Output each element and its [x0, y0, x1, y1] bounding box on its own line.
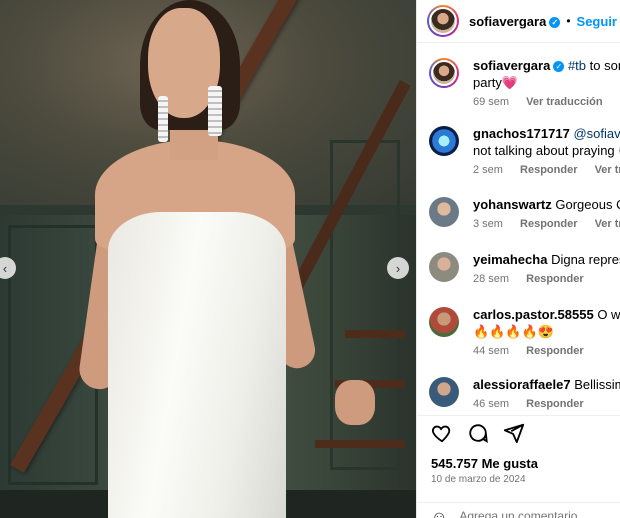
post-side-panel: sofiavergara ✓ • Seguir sofiavergara ✓ #tb…: [416, 0, 620, 518]
caption-text-line2: party: [473, 75, 502, 90]
author-username-link[interactable]: sofiavergara ✓: [469, 14, 561, 29]
reply-button[interactable]: Responder: [526, 345, 583, 357]
comment-item: alessioraffaele7 Bellissima do 46 sem Re…: [429, 376, 620, 410]
chevron-right-icon: ›: [395, 260, 401, 276]
post-date[interactable]: 10 de marzo de 2024: [431, 474, 526, 485]
caption: sofiavergara✓ #tb to some c party💗 69 se…: [429, 57, 620, 108]
comment-text: O woo se: [597, 307, 620, 322]
author-avatar[interactable]: [429, 58, 459, 88]
comment-text: Bellissima do: [574, 377, 620, 392]
post-photo[interactable]: ‹ ›: [0, 0, 416, 518]
reply-button[interactable]: Responder: [520, 218, 577, 230]
carousel-next-button[interactable]: ›: [387, 257, 409, 279]
comment-avatar[interactable]: [429, 126, 459, 156]
comment-text: not talking about praying 👀: [473, 143, 620, 158]
header-separator: •: [566, 14, 571, 28]
comment-icon[interactable]: [467, 422, 489, 444]
caption-text: to some c: [589, 58, 620, 73]
add-comment-bar: ☺: [417, 502, 620, 518]
comment-username[interactable]: yohanswartz: [473, 197, 552, 212]
comment-time[interactable]: 28 sem: [473, 273, 509, 285]
emoji-icon[interactable]: ☺: [431, 509, 447, 518]
photo-stair-step: [345, 330, 405, 338]
reply-button[interactable]: Responder: [520, 164, 577, 176]
comment-item: yeimahecha Digna represent 28 sem Respon…: [429, 251, 620, 285]
post-header: sofiavergara ✓ • Seguir: [417, 0, 620, 43]
caption-hashtag[interactable]: #tb: [568, 58, 586, 73]
comment-avatar[interactable]: [429, 197, 459, 227]
see-translation-button[interactable]: Ver traducción: [526, 96, 602, 108]
comment-avatar[interactable]: [429, 377, 459, 407]
comment-text: Digna represent: [551, 252, 620, 267]
comment-time[interactable]: 46 sem: [473, 398, 509, 410]
comment-text-line2: 🔥🔥🔥🔥😍: [473, 324, 554, 339]
comment-avatar[interactable]: [429, 307, 459, 337]
share-icon[interactable]: [503, 422, 525, 444]
photo-stair-step: [315, 440, 405, 448]
comment-text: Gorgeous Quee: [555, 197, 620, 212]
caption-time[interactable]: 69 sem: [473, 96, 509, 108]
comment-avatar[interactable]: [429, 252, 459, 282]
photo-earring: [158, 96, 168, 142]
caption-username[interactable]: sofiavergara: [473, 58, 550, 73]
heart-emoji: 💗: [501, 75, 519, 90]
comment-username[interactable]: carlos.pastor.58555: [473, 307, 594, 322]
comment-item: yohanswartz Gorgeous Quee 3 sem Responde…: [429, 196, 620, 230]
photo-white-gown: [108, 212, 286, 518]
comment-time[interactable]: 3 sem: [473, 218, 503, 230]
comment-username[interactable]: gnachos171717: [473, 126, 570, 141]
comment-item: gnachos171717 @sofiavergara not talking …: [429, 125, 620, 176]
verified-badge-icon: ✓: [553, 61, 565, 72]
comment-item: carlos.pastor.58555 O woo se 🔥🔥🔥🔥😍 44 se…: [429, 306, 620, 357]
comment-time[interactable]: 44 sem: [473, 345, 509, 357]
photo-earring: [208, 86, 222, 136]
see-translation-button[interactable]: Ver traducció: [595, 218, 620, 230]
comment-username[interactable]: alessioraffaele7: [473, 377, 571, 392]
comment-time[interactable]: 2 sem: [473, 164, 503, 176]
verified-badge-icon: ✓: [549, 16, 561, 28]
reply-button[interactable]: Responder: [526, 273, 583, 285]
comments-list[interactable]: sofiavergara✓ #tb to some c party💗 69 se…: [417, 43, 620, 415]
action-icons: [431, 422, 525, 444]
chevron-left-icon: ‹: [2, 260, 8, 276]
photo-figure-hand: [335, 380, 375, 425]
author-avatar[interactable]: [427, 5, 459, 37]
heart-icon[interactable]: [431, 422, 453, 444]
comment-input[interactable]: [459, 509, 610, 518]
see-translation-button[interactable]: Ver traducci: [595, 164, 620, 176]
post-actions: 545.757 Me gusta 10 de marzo de 2024 ☺: [417, 415, 620, 518]
comment-mention[interactable]: @sofiavergara: [573, 126, 620, 141]
likes-count[interactable]: 545.757 Me gusta: [431, 456, 538, 471]
comment-username[interactable]: yeimahecha: [473, 252, 547, 267]
follow-button[interactable]: Seguir: [577, 14, 617, 29]
reply-button[interactable]: Responder: [526, 398, 583, 410]
author-username[interactable]: sofiavergara: [469, 14, 546, 29]
